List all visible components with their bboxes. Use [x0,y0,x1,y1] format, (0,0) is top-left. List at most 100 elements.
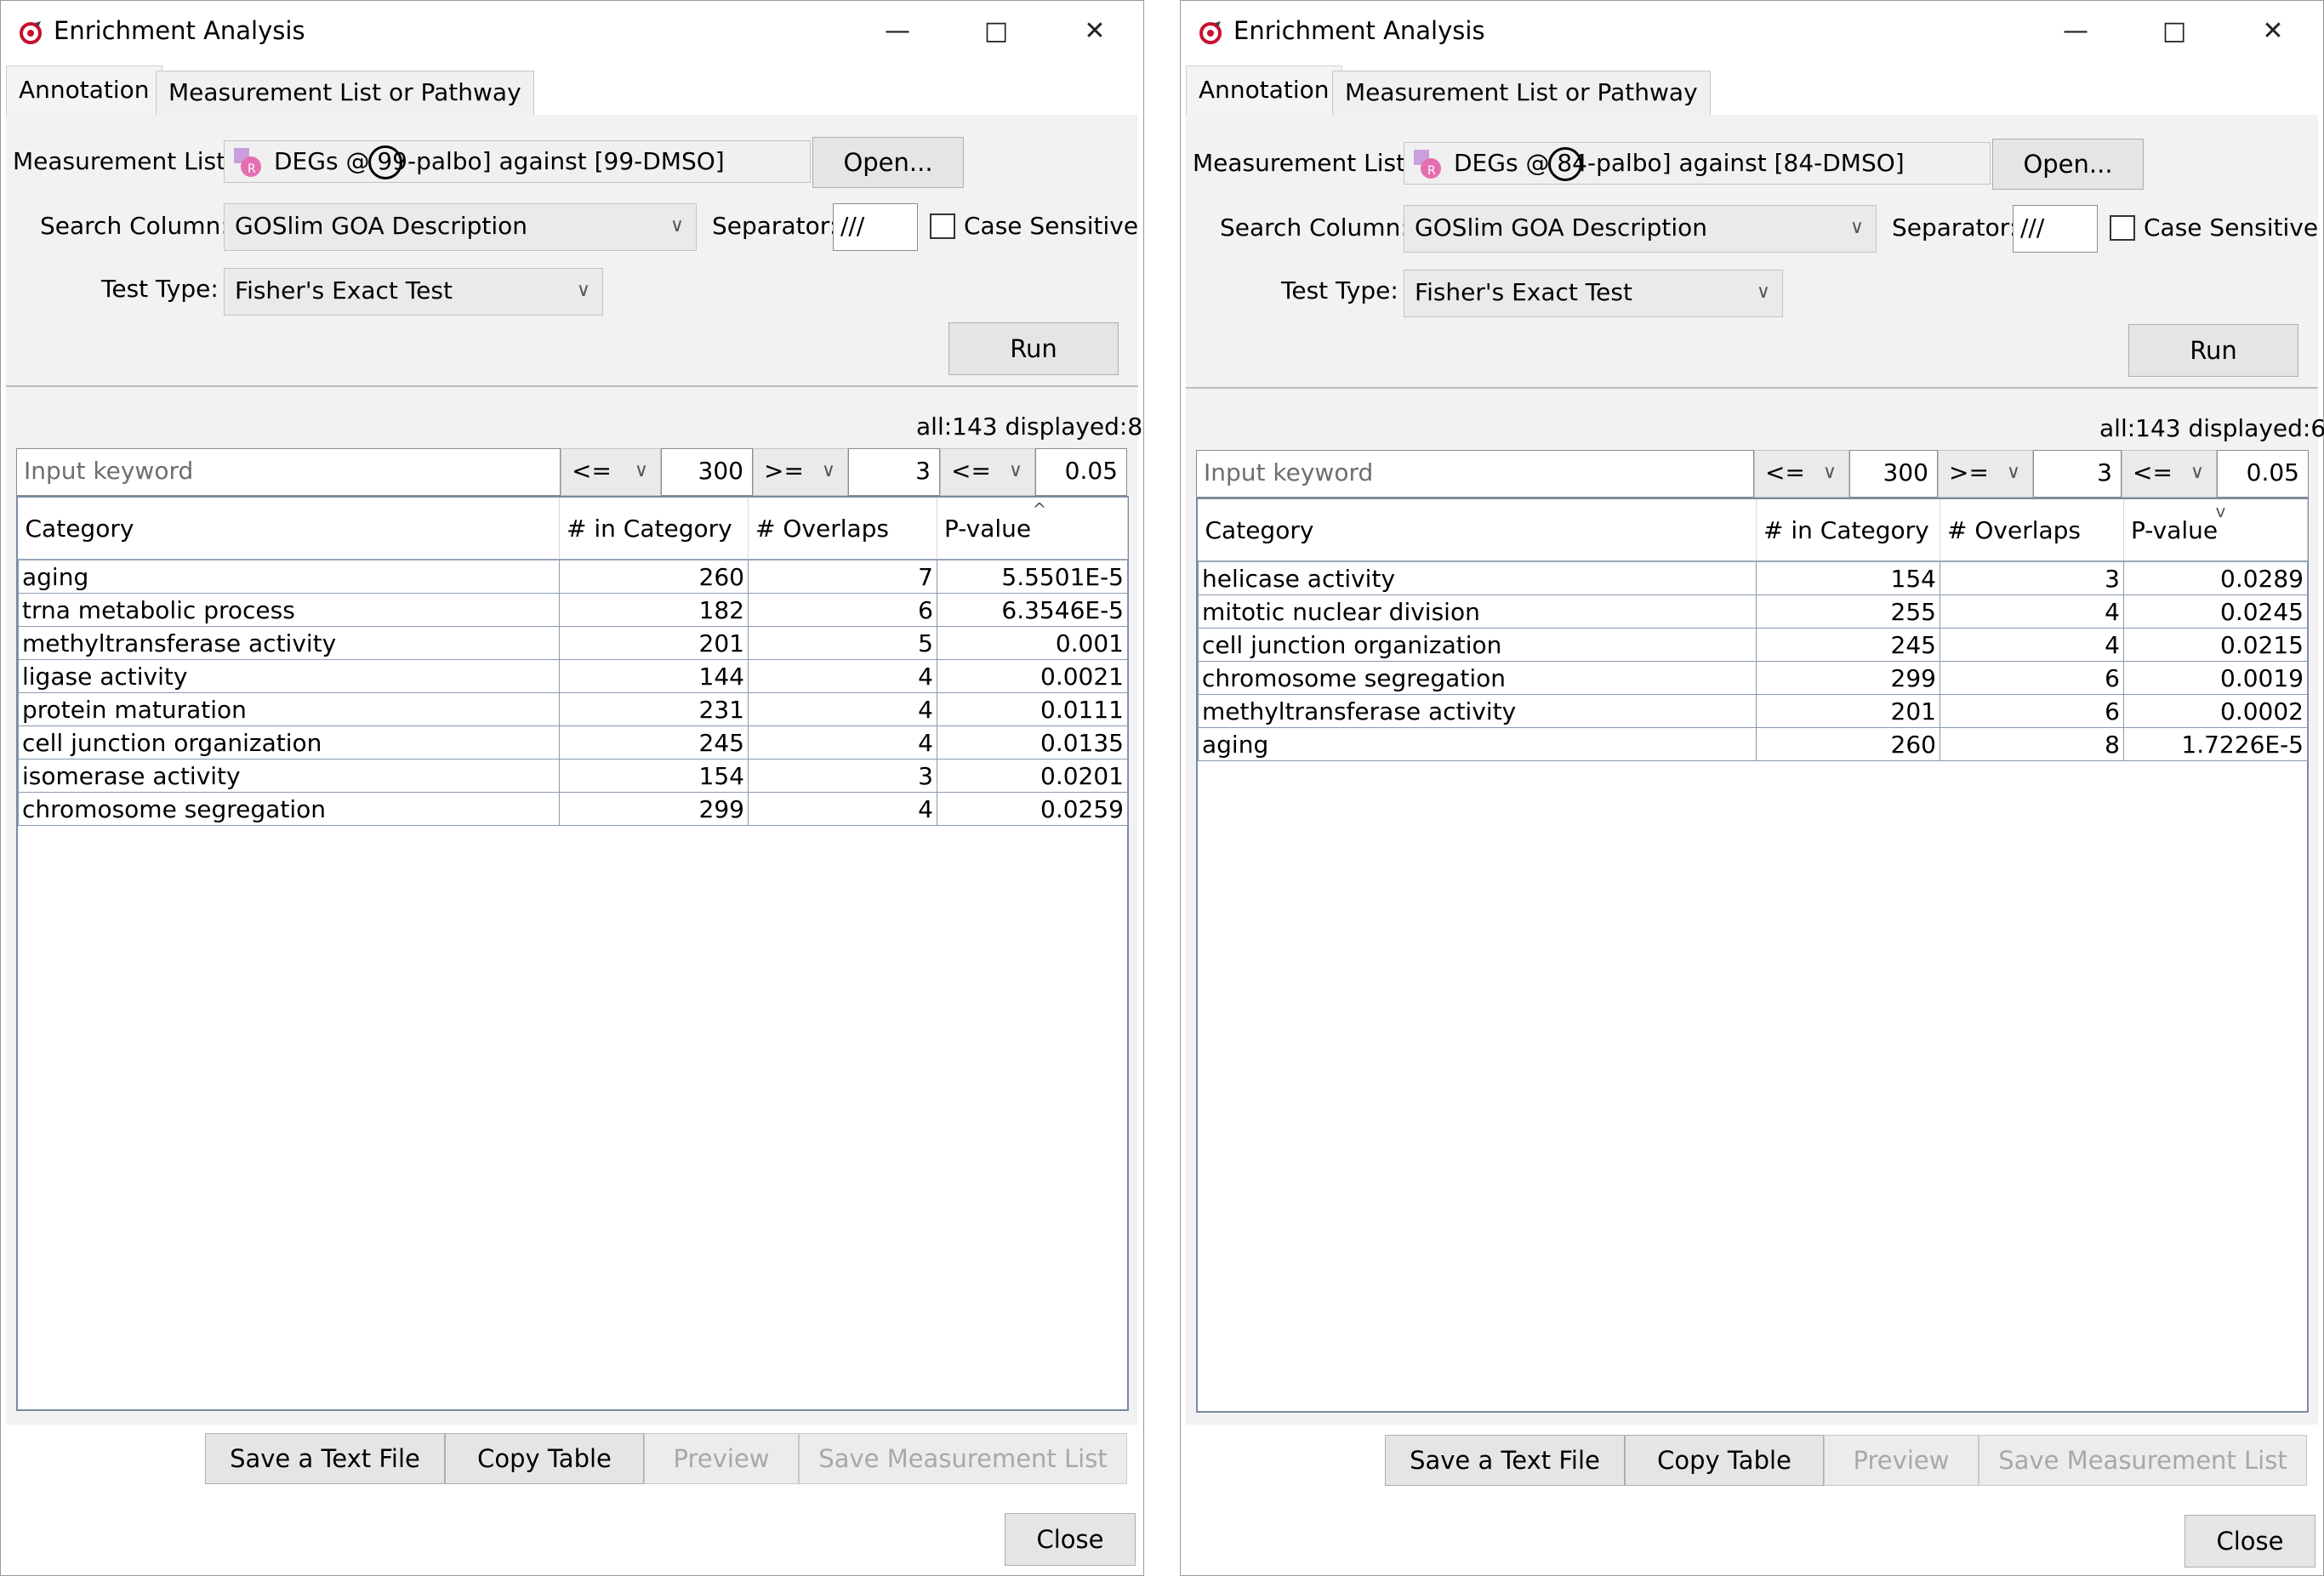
table-row[interactable]: trna metabolic process 182 6 6.3546E-5 [18,593,1128,627]
table-row[interactable]: aging 260 8 1.7226E-5 [1198,727,2308,761]
category-size-input[interactable]: 300 [661,448,753,496]
case-sensitive-label: Case Sensitive [2144,213,2319,242]
test-type-label: Test Type: [101,275,219,303]
cell-in-category: 182 [559,593,749,627]
tab-measurement-list-or-pathway[interactable]: Measurement List or Pathway [1332,71,1711,115]
cell-pvalue: 6.3546E-5 [937,593,1128,627]
title-bar[interactable]: Enrichment Analysis — □ ✕ [1181,1,2323,62]
cell-category: aging [18,559,560,594]
results-table: Category # in Category # Overlaps v P-val… [1196,498,2309,1413]
table-row[interactable]: ligase activity 144 4 0.0021 [18,659,1128,693]
minimize-icon[interactable]: — [2050,13,2101,50]
sort-ascending-icon: ^ [1032,499,1047,520]
table-row[interactable]: protein maturation 231 4 0.0111 [18,692,1128,726]
column-header-in-category[interactable]: # in Category [559,498,749,560]
run-button[interactable]: Run [948,322,1119,375]
table-row[interactable]: cell junction organization 245 4 0.0215 [1198,628,2308,662]
tab-strip: Annotation Measurement List or Pathway [1,62,1143,117]
run-button[interactable]: Run [2128,324,2298,377]
title-bar[interactable]: Enrichment Analysis — □ ✕ [1,1,1143,62]
cell-pvalue: 0.0111 [937,692,1128,726]
count-status: all:143 displayed:8 [916,412,1143,441]
tab-annotation[interactable]: Annotation [6,65,162,117]
keyword-input[interactable]: Input keyword [16,448,561,496]
case-sensitive-checkbox[interactable] [930,213,955,239]
cell-overlaps: 3 [748,759,937,793]
open-button[interactable]: Open... [812,137,964,188]
test-type-select[interactable]: Fisher's Exact Test ∨ [1404,270,1783,317]
save-text-file-button[interactable]: Save a Text File [205,1433,445,1484]
table-row[interactable]: helicase activity 154 3 0.0289 [1198,560,2308,595]
chevron-down-icon: ∨ [1008,460,1022,481]
column-header-category[interactable]: Category [18,498,560,560]
column-header-pvalue[interactable]: v P-value [2123,499,2308,562]
maximize-icon[interactable]: □ [2149,13,2200,50]
table-row[interactable]: chromosome segregation 299 6 0.0019 [1198,661,2308,695]
pvalue-operator-select[interactable]: <= ∨ [940,448,1035,496]
open-button[interactable]: Open... [1992,139,2144,190]
cell-pvalue: 0.0135 [937,725,1128,760]
keyword-input[interactable]: Input keyword [1196,450,1754,498]
column-header-in-category[interactable]: # in Category [1756,499,1940,562]
divider [6,385,1138,387]
measurement-list-value: DEGs @ 84-palbo] against [84-DMSO] [1454,149,1905,177]
overlaps-operator-select[interactable]: >= ∨ [1938,450,2033,498]
save-measurement-list-button[interactable]: Save Measurement List [1979,1435,2307,1486]
overlaps-operator-select[interactable]: >= ∨ [753,448,848,496]
cell-category: ligase activity [18,659,560,693]
table-row[interactable]: aging 260 7 5.5501E-5 [18,559,1128,594]
save-text-file-button[interactable]: Save a Text File [1385,1435,1625,1486]
table-row[interactable]: mitotic nuclear division 255 4 0.0245 [1198,595,2308,629]
pvalue-input[interactable]: 0.05 [1035,448,1127,496]
search-column-select[interactable]: GOSlim GOA Description ∨ [1404,205,1877,253]
cell-in-category: 255 [1756,595,1940,629]
case-sensitive-checkbox[interactable] [2110,215,2135,241]
cell-pvalue: 0.001 [937,626,1128,660]
separator-input[interactable]: /// [2013,205,2098,253]
column-header-pvalue[interactable]: ^ P-value [937,498,1128,560]
measurement-list-value: DEGs @ 99-palbo] against [99-DMSO] [274,147,725,175]
test-type-label: Test Type: [1281,276,1398,304]
table-row[interactable]: cell junction organization 245 4 0.0135 [18,725,1128,760]
highlight-circle [368,145,402,179]
separator-input[interactable]: /// [833,203,918,251]
cell-in-category: 231 [559,692,749,726]
window-title: Enrichment Analysis [1233,16,1485,45]
table-row[interactable]: methyltransferase activity 201 5 0.001 [18,626,1128,660]
close-button[interactable]: Close [1005,1513,1136,1566]
overlaps-input[interactable]: 3 [848,448,940,496]
column-header-overlaps[interactable]: # Overlaps [1940,499,2124,562]
test-type-select[interactable]: Fisher's Exact Test ∨ [224,268,603,316]
tab-measurement-list-or-pathway[interactable]: Measurement List or Pathway [156,71,534,115]
close-window-icon[interactable]: ✕ [1069,13,1120,50]
cell-overlaps: 6 [748,593,937,627]
close-window-icon[interactable]: ✕ [2247,13,2298,50]
svg-text:R: R [1427,164,1436,178]
save-measurement-list-button[interactable]: Save Measurement List [799,1433,1127,1484]
copy-table-button[interactable]: Copy Table [445,1433,644,1484]
category-size-input[interactable]: 300 [1849,450,1938,498]
preview-button[interactable]: Preview [1824,1435,1979,1486]
overlaps-input[interactable]: 3 [2033,450,2122,498]
tab-annotation[interactable]: Annotation [1186,65,1342,117]
copy-table-button[interactable]: Copy Table [1625,1435,1824,1486]
table-row[interactable]: chromosome segregation 299 4 0.0259 [18,792,1128,826]
category-size-operator-select[interactable]: <= ∨ [561,448,661,496]
minimize-icon[interactable]: — [872,13,923,50]
cell-pvalue: 0.0021 [937,659,1128,693]
table-row[interactable]: methyltransferase activity 201 6 0.0002 [1198,694,2308,728]
pvalue-input[interactable]: 0.05 [2217,450,2309,498]
table-row[interactable]: isomerase activity 154 3 0.0201 [18,759,1128,793]
category-size-operator-select[interactable]: <= ∨ [1754,450,1849,498]
column-header-overlaps[interactable]: # Overlaps [748,498,937,560]
close-button[interactable]: Close [2184,1515,2315,1567]
preview-button[interactable]: Preview [644,1433,799,1484]
search-column-select[interactable]: GOSlim GOA Description ∨ [224,203,697,251]
column-header-category[interactable]: Category [1198,499,1757,562]
cell-in-category: 299 [559,792,749,826]
maximize-icon[interactable]: □ [971,13,1022,50]
pvalue-operator-select[interactable]: <= ∨ [2122,450,2217,498]
cell-in-category: 260 [559,559,749,594]
cell-pvalue: 0.0259 [937,792,1128,826]
case-sensitive-label: Case Sensitive [964,212,1139,240]
